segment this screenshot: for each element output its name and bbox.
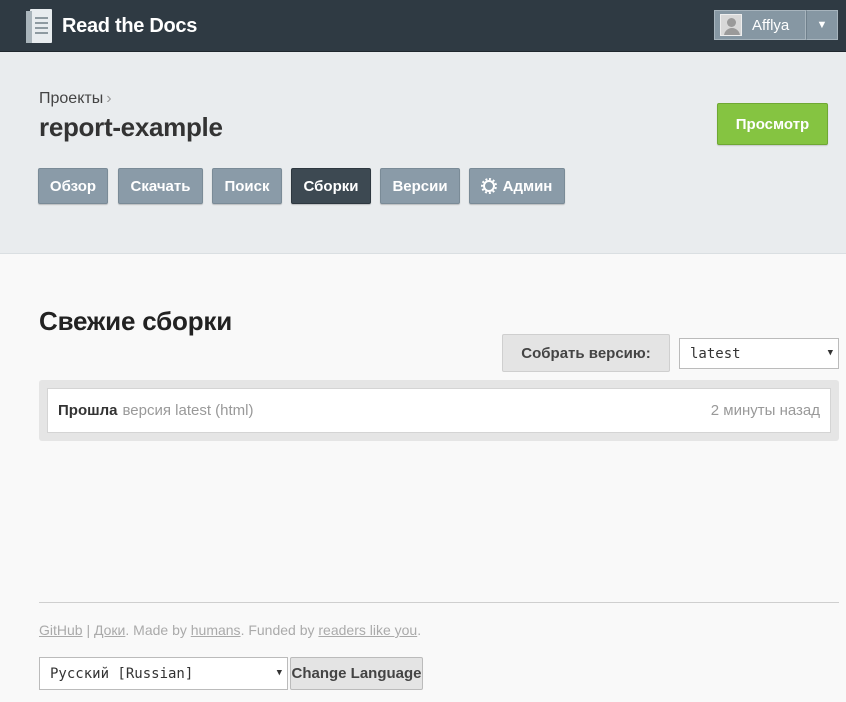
tab-label: Версии	[392, 177, 448, 195]
page-title: Свежие сборки	[39, 306, 232, 336]
tab-overview[interactable]: Обзор	[38, 168, 108, 204]
tab-label: Сборки	[303, 177, 359, 195]
version-select[interactable]: latest ▼	[679, 338, 839, 369]
build-time: 2 минуты назад	[710, 402, 820, 419]
chevron-down-icon: ▼	[827, 348, 833, 358]
docs-link[interactable]: Доки	[94, 622, 125, 638]
github-link[interactable]: GitHub	[39, 622, 83, 638]
build-list: Прошла версия latest (html) 2 минуты наз…	[39, 380, 839, 441]
tab-builds[interactable]: Сборки	[291, 168, 371, 204]
tab-admin[interactable]: Админ	[469, 168, 565, 204]
footer-end: .	[417, 622, 422, 638]
dropdown-caret-button[interactable]: ▼	[806, 10, 838, 40]
brand-logo[interactable]: Read the Docs	[26, 9, 197, 43]
breadcrumb-separator: ›	[106, 90, 112, 107]
tab-downloads[interactable]: Скачать	[118, 168, 203, 204]
tab-versions[interactable]: Версии	[380, 168, 460, 204]
footer-separator: |	[86, 622, 91, 638]
change-language-button[interactable]: Change Language	[290, 657, 423, 690]
chevron-down-icon: ▼	[816, 19, 828, 31]
user-menu-button[interactable]: Afflya	[714, 10, 806, 40]
user-name: Afflya	[752, 16, 790, 34]
tab-label: Обзор	[49, 177, 97, 195]
made-by-text: . Made by	[125, 622, 191, 638]
footer-divider	[39, 602, 839, 603]
breadcrumb: Проекты ›	[39, 90, 112, 108]
funded-by-text: . Funded by	[240, 622, 319, 638]
readers-link[interactable]: readers like you	[318, 622, 417, 638]
tab-search[interactable]: Поиск	[212, 168, 282, 204]
brand-name: Read the Docs	[62, 14, 198, 37]
humans-link[interactable]: humans	[191, 622, 241, 638]
footer-credits: GitHub | Доки. Made by humans. Funded by…	[39, 622, 421, 638]
tab-label: Поиск	[224, 177, 270, 195]
tab-label: Админ	[502, 177, 553, 195]
book-icon	[26, 9, 52, 43]
language-select-value: Русский [Russian]	[50, 665, 194, 682]
avatar	[720, 14, 742, 36]
breadcrumb-projects-link[interactable]: Проекты	[39, 90, 103, 107]
view-docs-button[interactable]: Просмотр	[717, 103, 828, 145]
version-select-value: latest	[690, 345, 741, 362]
build-description: версия latest (html)	[122, 402, 254, 419]
chevron-down-icon: ▼	[276, 668, 282, 678]
project-title: report-example	[39, 112, 223, 142]
gear-icon	[480, 178, 497, 194]
user-menu: Afflya ▼	[714, 10, 839, 40]
list-item[interactable]: Прошла версия latest (html) 2 минуты наз…	[47, 388, 831, 433]
build-status: Прошла	[58, 402, 118, 419]
project-header: Проекты › report-example Просмотр Обзор С…	[0, 52, 846, 254]
language-select[interactable]: Русский [Russian] ▼	[39, 657, 288, 690]
build-version-button[interactable]: Собрать версию:	[502, 334, 670, 372]
tab-label: Скачать	[130, 177, 191, 195]
top-navbar: Read the Docs Afflya ▼	[0, 0, 846, 52]
